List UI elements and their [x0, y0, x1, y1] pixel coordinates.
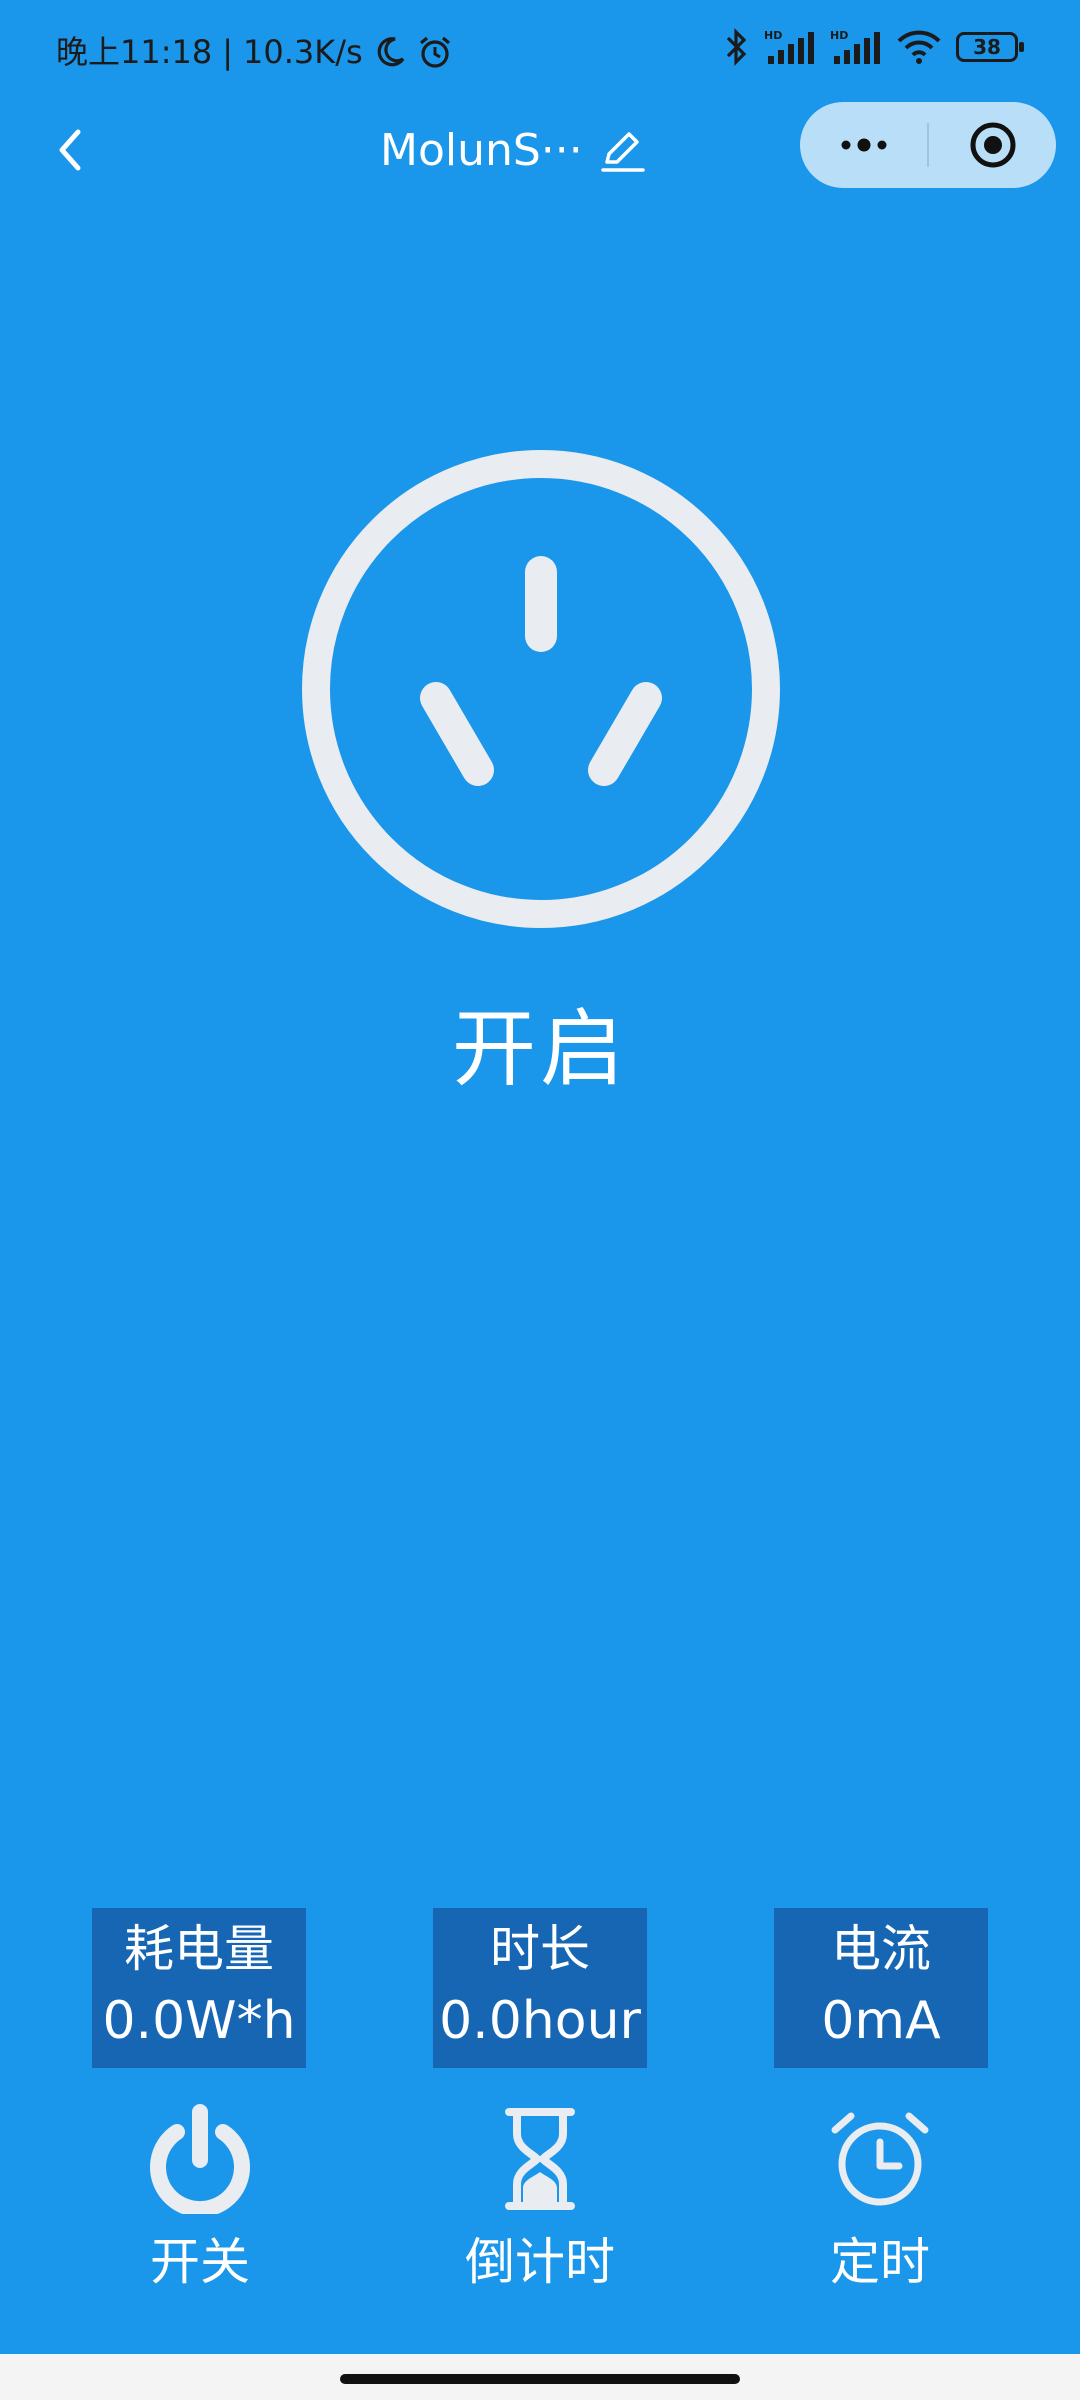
svg-text:HD: HD [830, 29, 848, 42]
power-icon [150, 2104, 250, 2214]
moon-icon [377, 37, 405, 67]
home-bar-area [0, 2354, 1080, 2400]
battery-icon: 38 [956, 32, 1024, 62]
wifi-icon [897, 30, 941, 64]
power-state-label: 开启 [451, 1000, 628, 1098]
bluetooth-icon [726, 28, 747, 66]
home-indicator[interactable] [340, 2374, 740, 2384]
signal-hd-icon: HD [830, 29, 880, 64]
countdown-button[interactable]: 倒计时 [420, 2104, 660, 2304]
power-button[interactable]: 开关 [80, 2104, 320, 2304]
countdown-button-label: 倒计时 [465, 2233, 615, 2291]
status-bar: 晚上11:18 | 10.3K/s HD HD 38 [0, 0, 1080, 100]
chevron-left-icon[interactable] [44, 122, 100, 178]
battery-level: 38 [973, 35, 1001, 59]
timer-button-label: 定时 [830, 2233, 930, 2291]
timer-button[interactable]: 定时 [760, 2104, 1000, 2304]
stat-current: 电流 0mA [774, 1908, 988, 2068]
more-button[interactable] [800, 102, 927, 188]
stat-duration: 时长 0.0hour [433, 1908, 647, 2068]
alarm-icon [419, 36, 450, 68]
page-title: MolunS··· [380, 124, 583, 176]
more-dots-icon [841, 138, 886, 152]
close-miniprogram-button[interactable] [929, 102, 1056, 188]
socket-icon[interactable] [296, 444, 786, 934]
alarm-clock-icon [831, 2112, 929, 2206]
stat-duration-label: 时长 [490, 1920, 590, 1978]
stat-energy-label: 耗电量 [124, 1920, 274, 1978]
status-separator: | [222, 33, 234, 71]
stat-duration-value: 0.0hour [439, 1991, 641, 2051]
power-button-label: 开关 [150, 2233, 250, 2291]
svg-text:HD: HD [764, 29, 782, 42]
stat-energy: 耗电量 0.0W*h [92, 1908, 306, 2068]
hourglass-icon [505, 2108, 575, 2210]
device-title[interactable]: MolunS··· [380, 122, 649, 178]
stat-energy-value: 0.0W*h [102, 1991, 296, 2051]
status-right: HD HD 38 [724, 28, 1024, 66]
status-time: 晚上11:18 [56, 33, 213, 71]
network-speed: 10.3K/s [243, 33, 363, 71]
target-icon [970, 122, 1015, 168]
status-left: 晚上11:18 | 10.3K/s [56, 30, 453, 74]
stat-current-value: 0mA [821, 1991, 941, 2051]
nav-bar: MolunS··· [0, 100, 1080, 200]
stat-current-label: 电流 [831, 1920, 931, 1978]
pencil-icon[interactable] [597, 124, 649, 176]
miniprogram-capsule [800, 102, 1056, 188]
signal-hd-icon: HD [764, 29, 814, 64]
